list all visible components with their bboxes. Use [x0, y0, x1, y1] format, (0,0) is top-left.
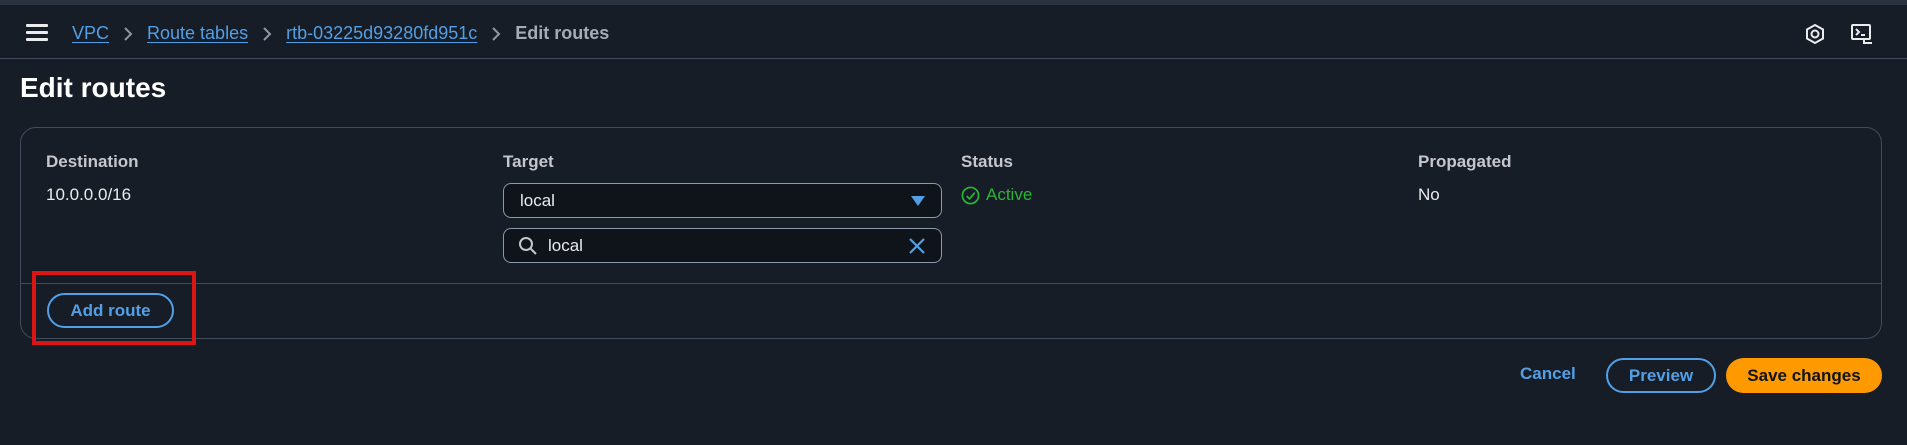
- destination-value: 10.0.0.0/16: [46, 185, 132, 204]
- breadcrumb-route-tables[interactable]: Route tables: [147, 23, 248, 44]
- column-header-target: Target: [503, 152, 554, 171]
- routes-panel: Destination Target Status Propagated 10.…: [20, 127, 1882, 339]
- target-search-field[interactable]: [503, 228, 942, 263]
- target-select-value: local: [520, 191, 555, 210]
- check-circle-icon: [961, 186, 980, 205]
- highlight-annotation: [32, 271, 196, 345]
- column-header-propagated: Propagated: [1418, 152, 1512, 171]
- target-search-input[interactable]: [548, 229, 888, 262]
- breadcrumb: VPC Route tables rtb-03225d93280fd951c E…: [72, 23, 609, 44]
- cloudshell-icon[interactable]: [1850, 23, 1874, 50]
- clear-icon[interactable]: [907, 236, 927, 261]
- save-changes-button[interactable]: Save changes: [1726, 358, 1882, 393]
- column-header-status: Status: [961, 152, 1013, 171]
- breadcrumb-current: Edit routes: [515, 23, 610, 43]
- target-select[interactable]: local: [503, 183, 942, 218]
- chevron-right-icon: [491, 26, 501, 42]
- top-navigation-bar: VPC Route tables rtb-03225d93280fd951c E…: [0, 0, 1907, 59]
- search-icon: [518, 236, 538, 261]
- status-text: Active: [986, 185, 1033, 204]
- propagated-value: No: [1418, 185, 1440, 204]
- panel-divider: [21, 283, 1881, 284]
- column-header-destination: Destination: [46, 152, 139, 171]
- preview-button[interactable]: Preview: [1606, 358, 1716, 393]
- chevron-right-icon: [262, 26, 272, 42]
- caret-down-icon: [911, 196, 925, 206]
- breadcrumb-vpc[interactable]: VPC: [72, 23, 109, 44]
- chevron-right-icon: [123, 26, 133, 42]
- status-indicator: Active: [961, 185, 1032, 205]
- cancel-button[interactable]: Cancel: [1520, 364, 1576, 384]
- menu-icon[interactable]: [26, 24, 48, 42]
- hexagon-settings-icon[interactable]: [1804, 23, 1826, 50]
- page-title: Edit routes: [20, 72, 167, 103]
- breadcrumb-route-table-id[interactable]: rtb-03225d93280fd951c: [286, 23, 477, 44]
